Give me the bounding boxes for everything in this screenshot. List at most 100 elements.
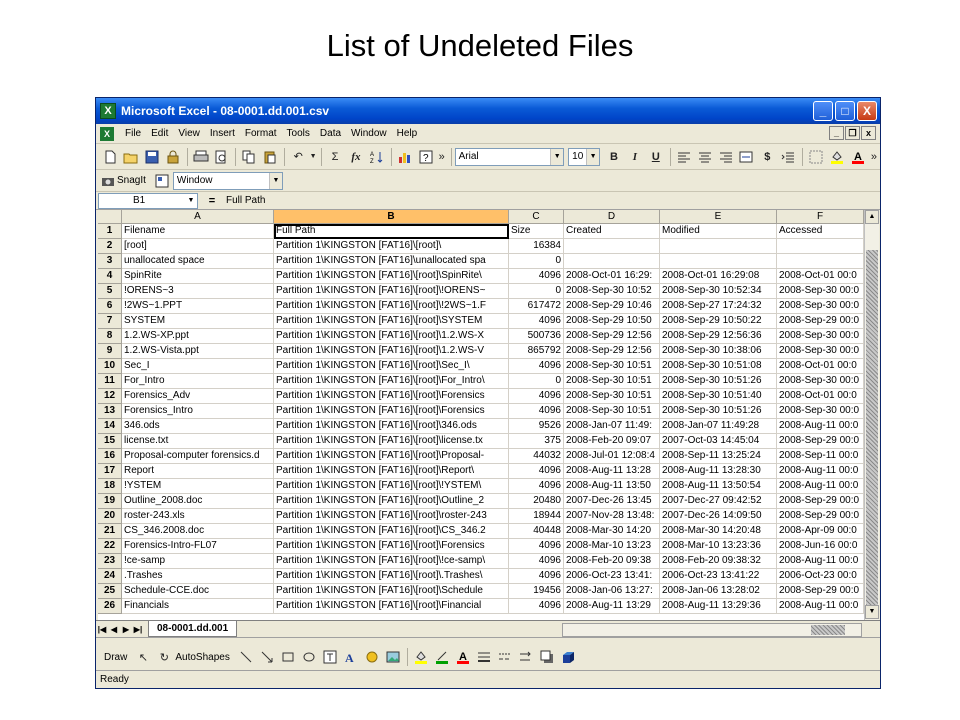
currency-button[interactable]: $ [757, 147, 777, 167]
workbook-minimize-button[interactable]: _ [829, 126, 844, 140]
cell-f[interactable]: 2008-Sep-30 00:0 [777, 284, 864, 299]
cell-e[interactable]: 2008-Aug-11 13:28:30 [660, 464, 777, 479]
cell-a[interactable]: SpinRite [122, 269, 274, 284]
row-header[interactable]: 9 [98, 344, 122, 359]
cell-e[interactable]: 2007-Oct-03 14:45:04 [660, 434, 777, 449]
cell-d[interactable]: 2008-Jan-07 11:49: [564, 419, 660, 434]
cell-c[interactable]: 16384 [509, 239, 564, 254]
insert-function-icon[interactable]: fx [346, 147, 366, 167]
cell-b[interactable]: Partition 1\KINGSTON [FAT16]\[root]\!ORE… [274, 284, 509, 299]
draw-menu-button[interactable]: Draw [104, 652, 127, 663]
cell-f[interactable]: 2008-Oct-01 00:0 [777, 359, 864, 374]
cell-b[interactable]: Partition 1\KINGSTON [FAT16]\[root]\1.2.… [274, 329, 509, 344]
cell-c[interactable]: Size [509, 224, 564, 239]
cell-a[interactable]: license.txt [122, 434, 274, 449]
spreadsheet-grid[interactable]: ABCDEF 1 Filename Full Path Size Created Modi… [98, 210, 864, 620]
cell-c[interactable]: 19456 [509, 584, 564, 599]
fill-color-icon[interactable] [827, 147, 847, 167]
row-header[interactable]: 17 [98, 464, 122, 479]
scroll-down-icon[interactable]: ▼ [865, 605, 879, 619]
cell-b[interactable]: Partition 1\KINGSTON [FAT16]\[root]\!YST… [274, 479, 509, 494]
cell-d[interactable] [564, 254, 660, 269]
horizontal-scrollbar[interactable] [562, 623, 862, 637]
cell-d[interactable]: 2008-Jan-06 13:27: [564, 584, 660, 599]
cell-f[interactable]: 2008-Sep-29 00:0 [777, 509, 864, 524]
arrow-icon[interactable] [257, 647, 277, 667]
next-sheet-icon[interactable]: ▶ [120, 625, 132, 634]
cell-f[interactable]: 2008-Jun-16 00:0 [777, 539, 864, 554]
toolbar-options-icon[interactable]: » [437, 147, 447, 167]
cell-a[interactable]: !ORENS~3 [122, 284, 274, 299]
column-header-f[interactable]: F [777, 210, 864, 224]
cell-a[interactable]: [root] [122, 239, 274, 254]
menu-window[interactable]: Window [346, 128, 392, 139]
cell-b[interactable]: Full Path [274, 224, 509, 239]
menu-view[interactable]: View [173, 128, 205, 139]
row-header[interactable]: 7 [98, 314, 122, 329]
font-name-select[interactable]: Arial ▼ [454, 147, 565, 166]
row-header[interactable]: 2 [98, 239, 122, 254]
workbook-close-button[interactable]: x [861, 126, 876, 140]
row-header[interactable]: 3 [98, 254, 122, 269]
row-header[interactable]: 24 [98, 569, 122, 584]
cell-c[interactable]: 4096 [509, 464, 564, 479]
toolbar-options-icon[interactable]: » [869, 147, 879, 167]
minimize-button[interactable]: _ [813, 101, 833, 121]
row-header[interactable]: 6 [98, 299, 122, 314]
cell-a[interactable]: Financials [122, 599, 274, 614]
paste-icon[interactable] [260, 147, 280, 167]
cell-a[interactable]: Forensics_Intro [122, 404, 274, 419]
rectangle-icon[interactable] [278, 647, 298, 667]
bold-button[interactable]: B [604, 147, 624, 167]
cell-f[interactable]: 2008-Sep-11 00:0 [777, 449, 864, 464]
cell-c[interactable]: 44032 [509, 449, 564, 464]
underline-button[interactable]: U [646, 147, 666, 167]
line-style-icon[interactable] [474, 647, 494, 667]
cell-e[interactable]: 2008-Sep-29 12:56:36 [660, 329, 777, 344]
cell-a[interactable]: !2WS~1.PPT [122, 299, 274, 314]
menu-help[interactable]: Help [392, 128, 423, 139]
column-header-d[interactable]: D [564, 210, 660, 224]
cell-d[interactable]: 2007-Nov-28 13:48: [564, 509, 660, 524]
cell-d[interactable]: 2008-Mar-30 14:20 [564, 524, 660, 539]
prev-sheet-icon[interactable]: ◀ [108, 625, 120, 634]
cell-c[interactable]: 4096 [509, 404, 564, 419]
cell-a[interactable]: 1.2.WS-XP.ppt [122, 329, 274, 344]
cell-e[interactable]: 2008-Sep-30 10:51:26 [660, 374, 777, 389]
vertical-scrollbar[interactable]: ▲ ▼ [864, 210, 879, 620]
cell-b[interactable]: Partition 1\KINGSTON [FAT16]\[root]\rost… [274, 509, 509, 524]
cell-e[interactable]: 2008-Jan-06 13:28:02 [660, 584, 777, 599]
cell-e[interactable]: 2008-Aug-11 13:29:36 [660, 599, 777, 614]
cell-e[interactable]: 2008-Sep-30 10:38:06 [660, 344, 777, 359]
cell-d[interactable]: 2008-Sep-30 10:51 [564, 374, 660, 389]
text-box-icon[interactable] [320, 647, 340, 667]
cell-d[interactable]: 2008-Sep-30 10:51 [564, 404, 660, 419]
cell-e[interactable]: 2008-Sep-29 10:50:22 [660, 314, 777, 329]
cell-c[interactable]: 0 [509, 374, 564, 389]
row-header[interactable]: 25 [98, 584, 122, 599]
cell-e[interactable]: 2007-Dec-27 09:42:52 [660, 494, 777, 509]
cell-d[interactable]: 2008-Aug-11 13:28 [564, 464, 660, 479]
cell-b[interactable]: Partition 1\KINGSTON [FAT16]\[root]\Outl… [274, 494, 509, 509]
cell-d[interactable]: 2008-Oct-01 16:29: [564, 269, 660, 284]
cell-e[interactable]: 2008-Sep-30 10:51:26 [660, 404, 777, 419]
menu-format[interactable]: Format [240, 128, 282, 139]
cell-e[interactable]: 2008-Sep-30 10:51:08 [660, 359, 777, 374]
maximize-button[interactable]: □ [835, 101, 855, 121]
row-header[interactable]: 21 [98, 524, 122, 539]
scroll-up-icon[interactable]: ▲ [865, 210, 879, 224]
cell-f[interactable]: 2006-Oct-23 00:0 [777, 569, 864, 584]
row-header[interactable]: 16 [98, 449, 122, 464]
align-center-icon[interactable] [695, 147, 715, 167]
arrow-style-icon[interactable] [516, 647, 536, 667]
cell-a[interactable]: !ce-samp [122, 554, 274, 569]
cell-a[interactable]: Forensics_Adv [122, 389, 274, 404]
row-header[interactable]: 23 [98, 554, 122, 569]
cell-f[interactable]: 2008-Sep-30 00:0 [777, 374, 864, 389]
cell-c[interactable]: 4096 [509, 389, 564, 404]
copy-icon[interactable] [239, 147, 259, 167]
capture-mode-select[interactable]: Window ▼ [172, 171, 283, 190]
align-left-icon[interactable] [674, 147, 694, 167]
cell-a[interactable]: Filename [122, 224, 274, 239]
cell-f[interactable]: 2008-Sep-29 00:0 [777, 584, 864, 599]
